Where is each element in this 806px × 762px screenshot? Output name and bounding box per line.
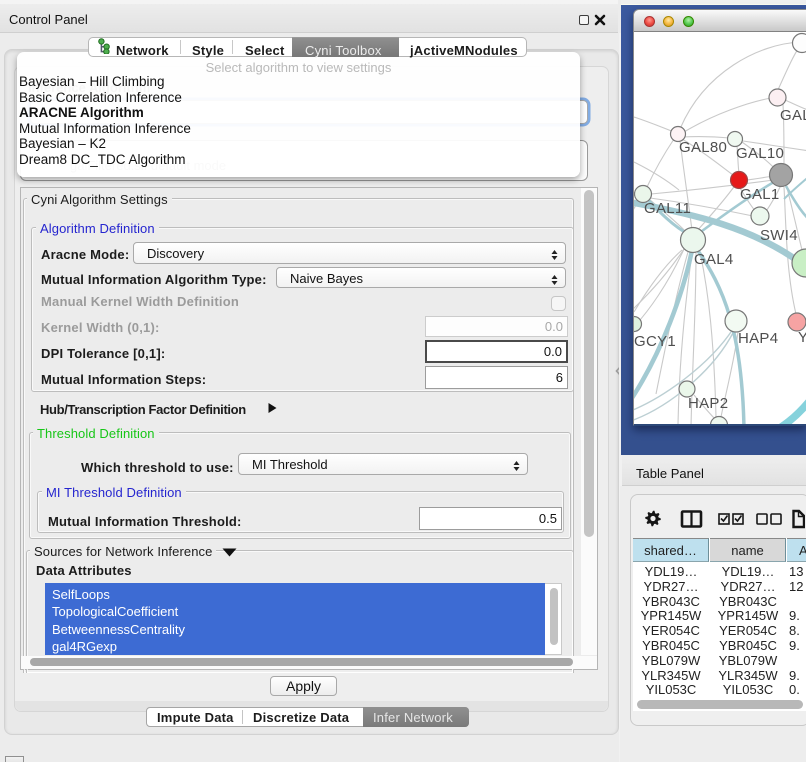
svg-text:GAL80: GAL80: [679, 139, 727, 156]
svg-text:GCY1: GCY1: [634, 333, 676, 350]
svg-text:GAL11: GAL11: [644, 200, 691, 217]
svg-text:GAL1: GAL1: [740, 186, 780, 203]
svg-text:HAP4: HAP4: [738, 330, 778, 347]
svg-text:SWI4: SWI4: [760, 227, 798, 244]
svg-text:GAL4: GAL4: [694, 251, 734, 268]
svg-text:GAL10: GAL10: [736, 145, 784, 162]
svg-text:GAL7: GAL7: [780, 107, 806, 124]
svg-text:YEL: YEL: [798, 329, 806, 346]
svg-text:HAP2: HAP2: [688, 395, 728, 412]
